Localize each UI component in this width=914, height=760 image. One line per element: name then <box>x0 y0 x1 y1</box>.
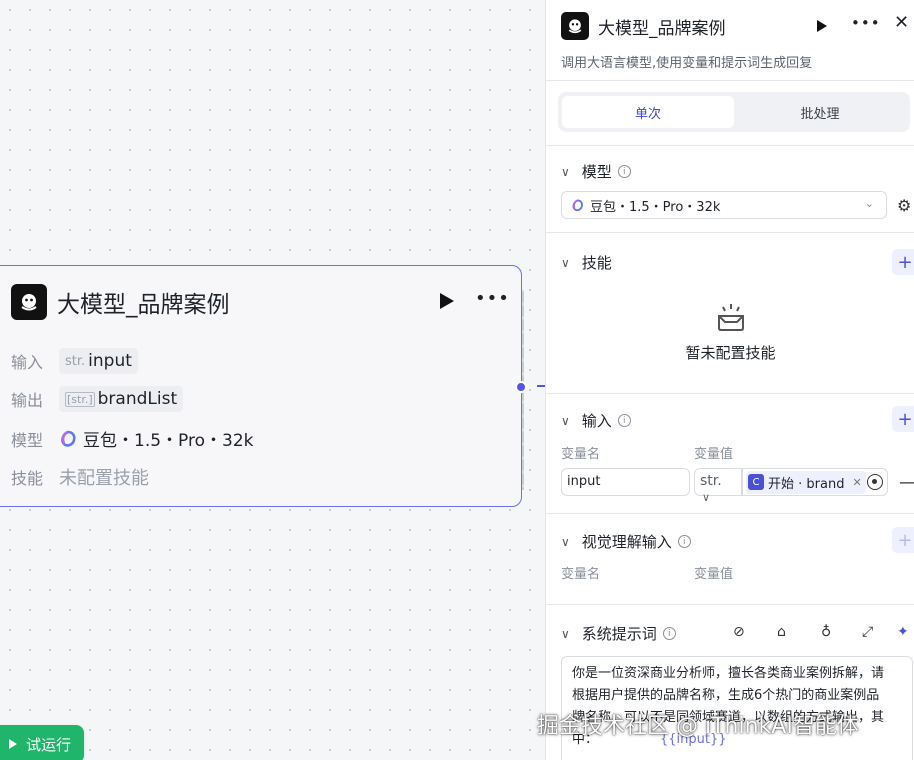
model-select-value: 豆包・1.5・Pro・32k <box>590 199 721 215</box>
play-icon[interactable] <box>816 18 828 37</box>
row-label: 输出 <box>11 391 44 410</box>
chip-value: input <box>88 351 132 371</box>
prompt-line: 根据用户提供的品牌名称，生成6个热门的商业案例品 <box>572 688 880 703</box>
node-row-skill: 技能 未配置技能 <box>11 464 149 490</box>
divider <box>546 393 914 394</box>
model-select[interactable]: 豆包・1.5・Pro・32k ⌄ <box>561 191 887 219</box>
divider <box>546 604 914 605</box>
add-input-button[interactable]: + <box>892 406 914 432</box>
divider <box>546 80 914 81</box>
type-select[interactable]: str. ∨ <box>694 468 742 504</box>
output-port[interactable] <box>515 381 527 393</box>
panel-description: 调用大语言模型,使用变量和提示词生成回复 <box>561 56 813 71</box>
info-icon[interactable]: i <box>617 165 631 178</box>
type-select-value: str. <box>700 473 722 489</box>
type-tag: str. <box>65 353 86 369</box>
panel-title: 大模型_品牌案例 <box>598 18 726 39</box>
expand-icon[interactable]: ⤢ <box>862 624 873 640</box>
remove-row-button[interactable]: — <box>899 472 914 493</box>
skill-value: 未配置技能 <box>59 468 149 489</box>
doubao-logo-icon <box>572 199 583 211</box>
add-vision-input-button[interactable]: + <box>892 527 914 553</box>
divider <box>546 232 914 233</box>
doubao-logo-icon <box>61 430 76 447</box>
ai-sparkle-icon[interactable]: ✦ <box>897 624 909 640</box>
run-mode-tabs: 单次 批处理 <box>558 92 910 132</box>
model-value: 豆包・1.5・Pro・32k <box>59 426 253 451</box>
chevron-down-icon: ∨ <box>561 534 570 549</box>
row-label: 输入 <box>11 353 44 372</box>
system-prompt-section-header[interactable]: ∨ 系统提示词 i <box>561 623 676 644</box>
chevron-down-icon: ∨ <box>561 413 570 428</box>
node-config-panel: 大模型_品牌案例 ••• ✕ 调用大语言模型,使用变量和提示词生成回复 单次 批… <box>545 0 914 760</box>
col-header-value: 变量值 <box>694 567 734 582</box>
start-node-icon: C <box>748 474 764 490</box>
remove-ref-icon[interactable]: ✕ <box>852 476 861 489</box>
section-title: 输入 <box>581 412 612 430</box>
divider <box>546 513 914 514</box>
test-run-label: 试运行 <box>26 735 72 754</box>
tab-batch[interactable]: 批处理 <box>734 96 906 128</box>
row-label: 技能 <box>11 469 44 488</box>
connection-line <box>537 385 545 387</box>
prompt-line: 你是一位资深商业分析师，擅长各类商业案例拆解，请 <box>572 666 885 681</box>
col-header-name: 变量名 <box>561 567 601 582</box>
llm-node-icon <box>11 284 47 320</box>
watermark: 掘金技术社区 @ iThinkAI智能体 <box>537 714 859 739</box>
info-icon[interactable]: i <box>617 414 631 427</box>
variable-ref-field[interactable]: C 开始 · brand ✕ <box>742 468 888 496</box>
more-icon[interactable]: ••• <box>475 288 510 309</box>
output-chip: [str.] brandList <box>59 386 184 412</box>
close-icon[interactable]: ✕ <box>894 12 909 33</box>
node-row-output: 输出 [str.] brandList <box>11 386 184 412</box>
chevron-down-icon: ∨ <box>702 491 711 504</box>
node-header: 大模型_品牌案例 <box>11 284 230 320</box>
tab-single[interactable]: 单次 <box>562 96 734 128</box>
divider <box>546 145 914 146</box>
llm-node-icon <box>561 12 589 40</box>
node-title: 大模型_品牌案例 <box>57 292 230 318</box>
section-title: 视觉理解输入 <box>581 533 672 551</box>
llm-node-card[interactable]: 大模型_品牌案例 ••• 输入 str. input 输出 [str.] bra… <box>0 265 522 507</box>
chip-value: brandList <box>97 389 178 409</box>
type-tag: [str.] <box>65 391 95 407</box>
skill-section-header[interactable]: ∨ 技能 <box>561 252 612 273</box>
section-title: 模型 <box>581 163 612 181</box>
info-icon[interactable]: i <box>677 535 691 548</box>
ref-chip: C 开始 · brand ✕ <box>746 470 866 494</box>
col-header-value: 变量值 <box>694 447 734 462</box>
panel-header: 大模型_品牌案例 <box>561 12 726 40</box>
add-skill-button[interactable]: + <box>892 249 914 275</box>
variable-picker-icon[interactable] <box>867 474 883 490</box>
chevron-down-icon: ⌄ <box>864 197 874 210</box>
template-icon[interactable]: ⌂ <box>777 624 786 640</box>
skill-empty-text: 暂未配置技能 <box>685 344 776 362</box>
chevron-down-icon: ∨ <box>561 164 570 179</box>
input-section-header[interactable]: ∨ 输入 i <box>561 410 631 431</box>
more-icon[interactable]: ••• <box>851 14 881 32</box>
test-run-button[interactable]: 试运行 <box>0 725 84 760</box>
skill-empty-state: 暂未配置技能 <box>546 302 914 363</box>
vision-input-section-header[interactable]: ∨ 视觉理解输入 i <box>561 531 691 552</box>
row-label: 模型 <box>11 430 44 450</box>
model-text: 豆包・1.5・Pro・32k <box>83 431 254 451</box>
section-title: 技能 <box>581 254 612 272</box>
variable-name-input[interactable]: input <box>561 468 690 496</box>
node-row-input: 输入 str. input <box>11 348 138 374</box>
play-icon <box>9 739 17 749</box>
compass-icon[interactable]: ⊘ <box>733 624 745 640</box>
ref-chip-label: 开始 · brand <box>768 476 845 492</box>
node-row-model: 模型 豆包・1.5・Pro・32k <box>11 426 253 451</box>
gear-icon[interactable]: ⚙ <box>897 196 911 215</box>
play-icon[interactable] <box>439 292 455 314</box>
chevron-down-icon: ∨ <box>561 626 570 641</box>
section-title: 系统提示词 <box>581 625 657 643</box>
lightbulb-icon[interactable]: ♁ <box>821 624 831 640</box>
info-icon[interactable]: i <box>662 627 676 640</box>
empty-box-icon <box>717 304 744 331</box>
chevron-down-icon: ∨ <box>561 255 570 270</box>
model-section-header[interactable]: ∨ 模型 i <box>561 161 631 182</box>
col-header-name: 变量名 <box>561 447 601 462</box>
input-chip: str. input <box>59 348 138 374</box>
